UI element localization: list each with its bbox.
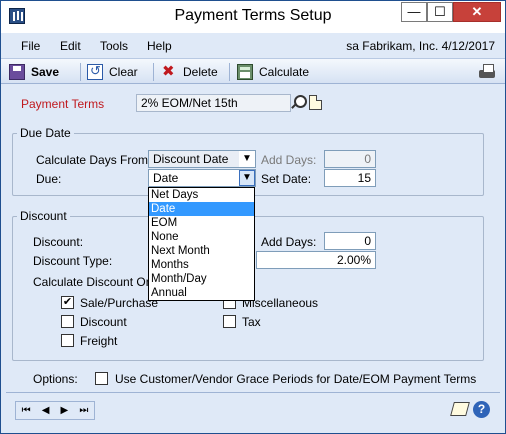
payment-terms-field[interactable]: 2% EOM/Net 15th (136, 94, 291, 112)
due-select[interactable]: Date ▼ (148, 169, 256, 187)
due-label: Due: (36, 172, 62, 186)
next-record-icon[interactable]: ▶ (61, 405, 69, 416)
calculator-icon (237, 64, 253, 80)
due-dropdown-list: Net Days Date EOM None Next Month Months… (148, 187, 255, 301)
toolbar-separator (80, 63, 81, 81)
record-navigation: ⏮ ◀ ▶ ⏭ (15, 401, 95, 420)
save-label: Save (31, 65, 60, 79)
close-button[interactable]: ✕ (453, 2, 501, 22)
toolbar-separator (153, 63, 154, 81)
delete-button[interactable]: Delete (161, 62, 218, 82)
notebook-icon[interactable] (450, 402, 470, 416)
grace-period-label: Use Customer/Vendor Grace Periods for Da… (115, 372, 477, 386)
toolbar-separator (229, 63, 230, 81)
due-value: Date (153, 171, 179, 185)
freight-label: Freight (80, 334, 118, 348)
payment-terms-setup-window: Payment Terms Setup — ☐ ✕ File Edit Tool… (0, 0, 506, 434)
tax-label: Tax (242, 315, 261, 329)
discount-percent-field[interactable]: 2.00% (256, 251, 376, 269)
discount-checkbox-label: Discount (80, 315, 127, 329)
options-label: Options: (33, 372, 78, 386)
dropdown-option-next-month[interactable]: Next Month (149, 244, 254, 258)
calc-discount-on-label: Calculate Discount On: (33, 275, 156, 289)
discount-add-days-label: Add Days: (261, 235, 317, 249)
calc-days-from-label: Calculate Days From: (36, 153, 152, 167)
menu-help[interactable]: Help (147, 39, 172, 53)
dropdown-option-date[interactable]: Date (149, 202, 254, 216)
clear-button[interactable]: Clear (87, 62, 138, 82)
tax-checkbox[interactable] (223, 315, 236, 328)
discount-add-days-field[interactable]: 0 (324, 232, 376, 250)
delete-label: Delete (183, 65, 218, 79)
chevron-down-icon[interactable]: ▼ (239, 170, 255, 186)
dropdown-option-eom[interactable]: EOM (149, 216, 254, 230)
note-icon[interactable] (309, 95, 322, 110)
discount-checkbox[interactable] (61, 315, 74, 328)
dropdown-option-annual[interactable]: Annual (149, 286, 254, 300)
grace-period-checkbox[interactable] (95, 372, 108, 385)
payment-terms-label: Payment Terms (21, 97, 105, 111)
sale-purchase-checkbox[interactable]: ✔ (61, 296, 74, 309)
previous-record-icon[interactable]: ◀ (42, 405, 50, 416)
due-add-days-field: 0 (324, 150, 376, 168)
dropdown-option-net-days[interactable]: Net Days (149, 188, 254, 202)
maximize-button[interactable]: ☐ (427, 2, 453, 22)
menu-file[interactable]: File (21, 39, 40, 53)
first-record-icon[interactable]: ⏮ (22, 405, 31, 416)
save-button[interactable]: Save (9, 62, 59, 82)
calc-days-from-value: Discount Date (153, 152, 229, 166)
dropdown-option-months[interactable]: Months (149, 258, 254, 272)
discount-group-title: Discount (17, 209, 70, 223)
save-icon (9, 64, 25, 80)
discount-type-label: Discount Type: (33, 254, 113, 268)
menu-bar: File Edit Tools Help sa Fabrikam, Inc. 4… (1, 35, 505, 57)
status-bar: ⏮ ◀ ▶ ⏭ ? (6, 392, 500, 428)
menu-tools[interactable]: Tools (100, 39, 128, 53)
minimize-button[interactable]: — (401, 2, 427, 22)
clear-icon (87, 63, 103, 80)
discount-label: Discount: (33, 235, 84, 249)
company-info: sa Fabrikam, Inc. 4/12/2017 (346, 39, 495, 53)
due-date-group-title: Due Date (17, 126, 74, 140)
menu-edit[interactable]: Edit (60, 39, 81, 53)
calc-days-from-select[interactable]: Discount Date ▼ (148, 150, 256, 168)
title-bar: Payment Terms Setup — ☐ ✕ (1, 1, 505, 33)
delete-icon (161, 62, 177, 80)
dropdown-option-month-day[interactable]: Month/Day (149, 272, 254, 286)
toolbar: Save Clear Delete Calculate (1, 58, 505, 84)
last-record-icon[interactable]: ⏭ (79, 405, 88, 416)
set-date-label: Set Date: (261, 172, 312, 186)
status-divider (6, 392, 500, 393)
calculate-button[interactable]: Calculate (237, 62, 309, 82)
freight-checkbox[interactable] (61, 334, 74, 347)
calculate-label: Calculate (259, 65, 310, 79)
set-date-field[interactable]: 15 (324, 169, 376, 187)
sale-purchase-label: Sale/Purchase (80, 296, 159, 310)
dropdown-option-none[interactable]: None (149, 230, 254, 244)
printer-icon[interactable] (477, 63, 497, 81)
due-add-days-label: Add Days: (261, 153, 317, 167)
clear-label: Clear (109, 65, 138, 79)
chevron-down-icon[interactable]: ▼ (239, 151, 255, 167)
magnifier-icon[interactable] (291, 94, 307, 110)
help-icon[interactable]: ? (473, 401, 490, 418)
